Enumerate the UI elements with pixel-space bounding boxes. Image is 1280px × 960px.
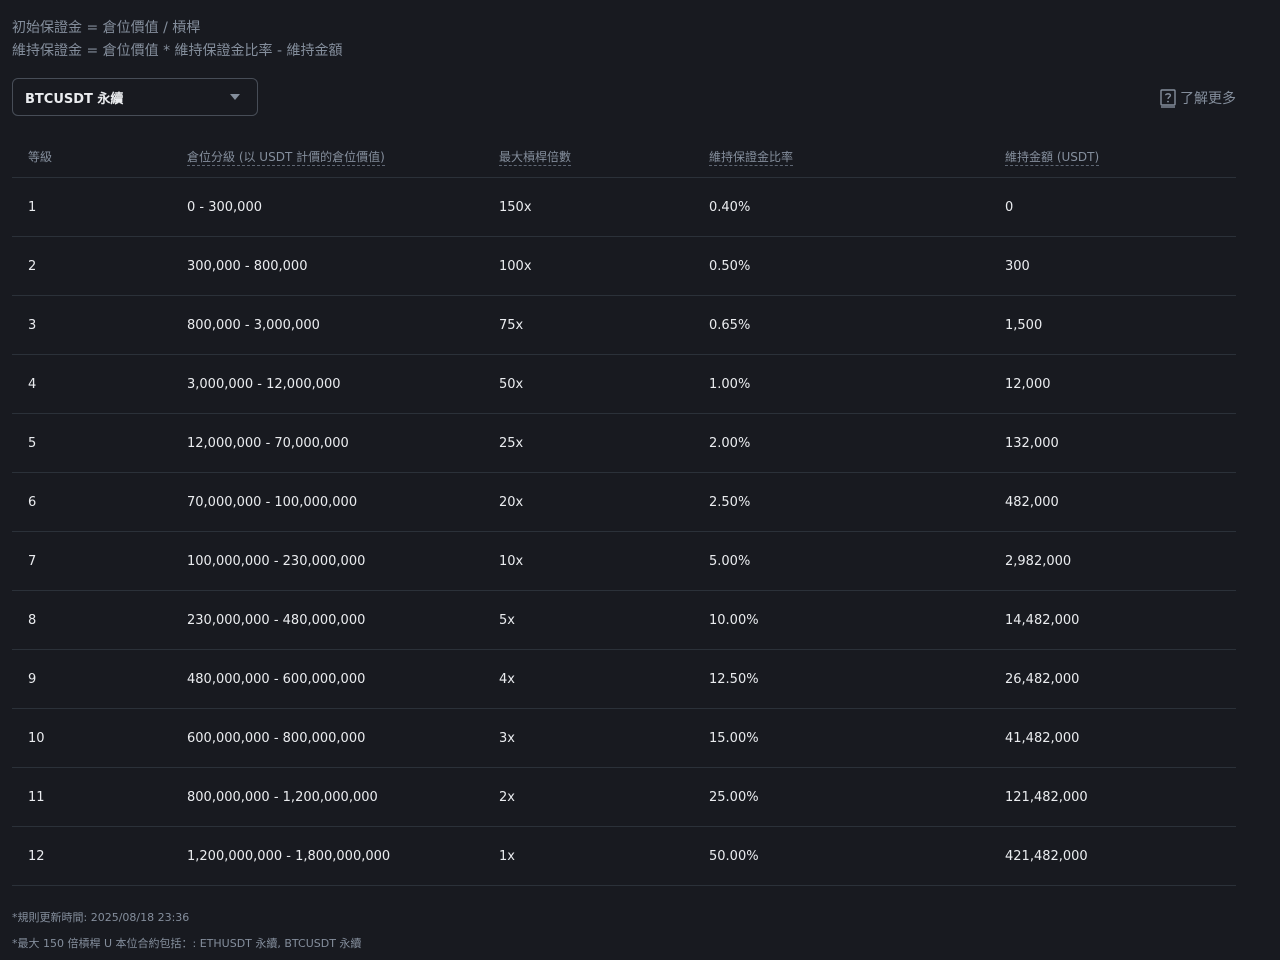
position-bracket-cell: 1,200,000,000 - 1,800,000,000: [187, 826, 499, 886]
tier-cell: 7: [12, 531, 187, 591]
table-header-row: 等級 倉位分級 (以 USDT 計價的倉位價值) 最大槓桿倍數 維持保證金比率 …: [12, 136, 1236, 178]
maintenance-rate-cell: 12.50%: [709, 649, 1005, 709]
table-row: 7 100,000,000 - 230,000,000 10x 5.00% 2,982,…: [12, 531, 1236, 591]
leverage-tier-table: 等級 倉位分級 (以 USDT 計價的倉位價值) 最大槓桿倍數 維持保證金比率 …: [12, 136, 1236, 886]
tier-cell: 4: [12, 354, 187, 414]
maintenance-amount-cell: 482,000: [1005, 472, 1236, 532]
maintenance-amount-cell: 132,000: [1005, 413, 1236, 473]
max-leverage-cell: 4x: [499, 649, 709, 709]
tier-cell: 12: [12, 826, 187, 886]
tier-cell: 2: [12, 236, 187, 296]
tier-cell: 11: [12, 767, 187, 827]
max-leverage-cell: 100x: [499, 236, 709, 296]
tier-cell: 9: [12, 649, 187, 709]
maintenance-rate-cell: 1.00%: [709, 354, 1005, 414]
tier-cell: 5: [12, 413, 187, 473]
leverage-margin-page: 初始保證金 = 倉位價值 / 槓桿 維持保證金 = 倉位價值 * 維持保證金比率…: [0, 0, 1280, 960]
maintenance-rate-cell: 10.00%: [709, 590, 1005, 650]
tier-cell: 8: [12, 590, 187, 650]
maintenance-rate-cell: 0.65%: [709, 295, 1005, 355]
header-position-bracket: 倉位分級 (以 USDT 計價的倉位價值): [187, 136, 499, 178]
maintenance-rate-cell: 0.40%: [709, 177, 1005, 237]
initial-margin-formula: 初始保證金 = 倉位價值 / 槓桿: [12, 20, 201, 36]
maintenance-rate-cell: 0.50%: [709, 236, 1005, 296]
max-leverage-cell: 75x: [499, 295, 709, 355]
table-row: 2 300,000 - 800,000 100x 0.50% 300: [12, 236, 1236, 296]
maintenance-amount-cell: 26,482,000: [1005, 649, 1236, 709]
maintenance-amount-cell: 12,000: [1005, 354, 1236, 414]
table-row: 12 1,200,000,000 - 1,800,000,000 1x 50.00% 4…: [12, 826, 1236, 886]
tier-cell: 1: [12, 177, 187, 237]
position-bracket-cell: 70,000,000 - 100,000,000: [187, 472, 499, 532]
position-bracket-cell: 230,000,000 - 480,000,000: [187, 590, 499, 650]
learn-more-link[interactable]: 了解更多: [1160, 88, 1236, 108]
table-row: 3 800,000 - 3,000,000 75x 0.65% 1,500: [12, 295, 1236, 355]
position-bracket-cell: 300,000 - 800,000: [187, 236, 499, 296]
max-leverage-cell: 10x: [499, 531, 709, 591]
table-row: 8 230,000,000 - 480,000,000 5x 10.00% 14,482…: [12, 590, 1236, 650]
header-tier: 等級: [12, 136, 187, 178]
maintenance-rate-cell: 15.00%: [709, 708, 1005, 768]
position-bracket-cell: 100,000,000 - 230,000,000: [187, 531, 499, 591]
symbol-dropdown-value: BTCUSDT 永續: [25, 91, 124, 107]
position-bracket-cell: 480,000,000 - 600,000,000: [187, 649, 499, 709]
margin-formulas: 初始保證金 = 倉位價值 / 槓桿 維持保證金 = 倉位價值 * 維持保證金比率…: [12, 17, 342, 63]
table-row: 10 - 300,000 150x 0.40% 0: [12, 177, 1236, 237]
maintenance-rate-cell: 5.00%: [709, 531, 1005, 591]
tier-cell: 3: [12, 295, 187, 355]
max-leverage-cell: 50x: [499, 354, 709, 414]
symbol-dropdown[interactable]: BTCUSDT 永續: [12, 78, 258, 116]
header-maintenance-amount: 維持金額 (USDT): [1005, 136, 1236, 178]
max-leverage-cell: 20x: [499, 472, 709, 532]
maintenance-amount-cell: 2,982,000: [1005, 531, 1236, 591]
maintenance-amount-cell: 1,500: [1005, 295, 1236, 355]
table-row: 10 600,000,000 - 800,000,000 3x 15.00% 41,48…: [12, 708, 1236, 768]
maintenance-rate-cell: 2.00%: [709, 413, 1005, 473]
max-leverage-note: *最大 150 倍槓桿 U 本位合約包括：: ETHUSDT 永續, BTCUS…: [12, 937, 362, 950]
max-leverage-cell: 2x: [499, 767, 709, 827]
max-leverage-cell: 3x: [499, 708, 709, 768]
maintenance-rate-cell: 2.50%: [709, 472, 1005, 532]
position-bracket-cell: 800,000,000 - 1,200,000,000: [187, 767, 499, 827]
header-max-leverage: 最大槓桿倍數: [499, 136, 709, 178]
table-row: 5 12,000,000 - 70,000,000 25x 2.00% 132,000: [12, 413, 1236, 473]
max-leverage-cell: 25x: [499, 413, 709, 473]
position-bracket-cell: 3,000,000 - 12,000,000: [187, 354, 499, 414]
position-bracket-cell: 12,000,000 - 70,000,000: [187, 413, 499, 473]
position-bracket-cell: 800,000 - 3,000,000: [187, 295, 499, 355]
max-leverage-cell: 150x: [499, 177, 709, 237]
table-row: 4 3,000,000 - 12,000,000 50x 1.00% 12,000: [12, 354, 1236, 414]
table-row: 9 480,000,000 - 600,000,000 4x 12.50% 26,482…: [12, 649, 1236, 709]
maintenance-amount-cell: 41,482,000: [1005, 708, 1236, 768]
maintenance-rate-cell: 25.00%: [709, 767, 1005, 827]
tier-cell: 6: [12, 472, 187, 532]
maintenance-amount-cell: 121,482,000: [1005, 767, 1236, 827]
table-row: 6 70,000,000 - 100,000,000 20x 2.50% 482,000: [12, 472, 1236, 532]
footnotes: *規則更新時間: 2025/08/18 23:36 *最大 150 倍槓桿 U …: [12, 905, 361, 957]
maintenance-amount-cell: 14,482,000: [1005, 590, 1236, 650]
tier-cell: 10: [12, 708, 187, 768]
rule-update-note: *規則更新時間: 2025/08/18 23:36: [12, 911, 190, 924]
help-icon: [1160, 88, 1176, 108]
max-leverage-cell: 1x: [499, 826, 709, 886]
maintenance-amount-cell: 300: [1005, 236, 1236, 296]
position-bracket-cell: 0 - 300,000: [187, 177, 499, 237]
maintenance-rate-cell: 50.00%: [709, 826, 1005, 886]
learn-more-label: 了解更多: [1180, 91, 1236, 107]
caret-down-icon: [230, 94, 240, 100]
maintenance-amount-cell: 0: [1005, 177, 1236, 237]
maintenance-margin-formula: 維持保證金 = 倉位價值 * 維持保證金比率 - 維持金額: [12, 43, 343, 59]
position-bracket-cell: 600,000,000 - 800,000,000: [187, 708, 499, 768]
max-leverage-cell: 5x: [499, 590, 709, 650]
maintenance-amount-cell: 421,482,000: [1005, 826, 1236, 886]
table-row: 11 800,000,000 - 1,200,000,000 2x 25.00% 121…: [12, 767, 1236, 827]
header-maintenance-rate: 維持保證金比率: [709, 136, 1005, 178]
